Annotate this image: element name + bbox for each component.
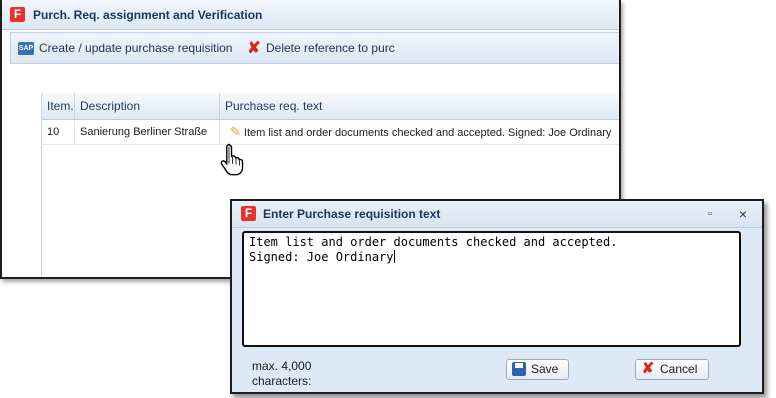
main-titlebar: F Purch. Req. assignment and Verificatio… xyxy=(2,0,619,30)
delete-reference-button[interactable]: ✘ Delete reference to purc xyxy=(247,33,395,63)
delete-icon: ✘ xyxy=(247,39,261,57)
text-caret xyxy=(393,250,395,263)
cancel-button[interactable]: ✘ Cancel xyxy=(635,359,709,380)
cell-description: Sanierung Berliner Straße xyxy=(75,120,220,144)
cancel-button-label: Cancel xyxy=(660,362,698,376)
cell-item: 10 xyxy=(42,120,75,144)
pencil-icon[interactable]: ✎ xyxy=(230,120,241,144)
save-icon xyxy=(512,362,526,376)
max-characters-line-2: characters: xyxy=(252,374,312,388)
pr-text-line-1: Item list and order documents checked an… xyxy=(249,235,618,249)
sap-icon: SAP xyxy=(18,42,34,56)
main-toolbar: SAP Create / update purchase requisition … xyxy=(10,32,619,64)
create-update-pr-button[interactable]: SAP Create / update purchase requisition xyxy=(18,33,232,63)
save-button-label: Save xyxy=(531,362,559,376)
dialog-title: Enter Purchase requisition text xyxy=(263,207,441,221)
delete-reference-label: Delete reference to purc xyxy=(266,41,395,55)
dialog-body: Item list and order documents checked an… xyxy=(232,228,762,392)
column-header-item[interactable]: Item. xyxy=(42,93,75,119)
dialog-logo-icon: F xyxy=(241,206,256,221)
hand-cursor-icon xyxy=(220,143,244,176)
column-header-pr-text[interactable]: Purchase req. text xyxy=(220,93,622,119)
pr-text-input[interactable]: Item list and order documents checked an… xyxy=(242,231,741,347)
main-window-title: Purch. Req. assignment and Verification xyxy=(33,8,263,22)
column-header-description[interactable]: Description xyxy=(75,93,220,119)
max-characters-line-1: max. 4,000 xyxy=(252,359,312,373)
dialog-titlebar[interactable]: F Enter Purchase requisition text ▫ × xyxy=(232,201,762,228)
close-icon[interactable]: × xyxy=(735,206,751,222)
save-button[interactable]: Save xyxy=(506,359,569,380)
table-row[interactable]: 10 Sanierung Berliner Straße ✎ Item list … xyxy=(42,120,619,145)
cell-pr-text-value: Item list and order documents checked an… xyxy=(243,127,612,139)
enter-pr-text-dialog: F Enter Purchase requisition text ▫ × It… xyxy=(230,199,764,394)
max-characters-label: max. 4,000 characters: xyxy=(252,359,311,389)
app-logo-icon: F xyxy=(10,7,25,22)
cell-pr-text[interactable]: ✎ Item list and order documents checked a… xyxy=(220,120,622,144)
pr-text-line-2: Signed: Joe Ordinary xyxy=(249,250,394,264)
cancel-icon: ✘ xyxy=(641,360,655,377)
create-update-pr-label: Create / update purchase requisition xyxy=(39,41,233,55)
maximize-icon[interactable]: ▫ xyxy=(702,206,718,222)
grid-header: Item. Description Purchase req. text xyxy=(42,93,619,120)
